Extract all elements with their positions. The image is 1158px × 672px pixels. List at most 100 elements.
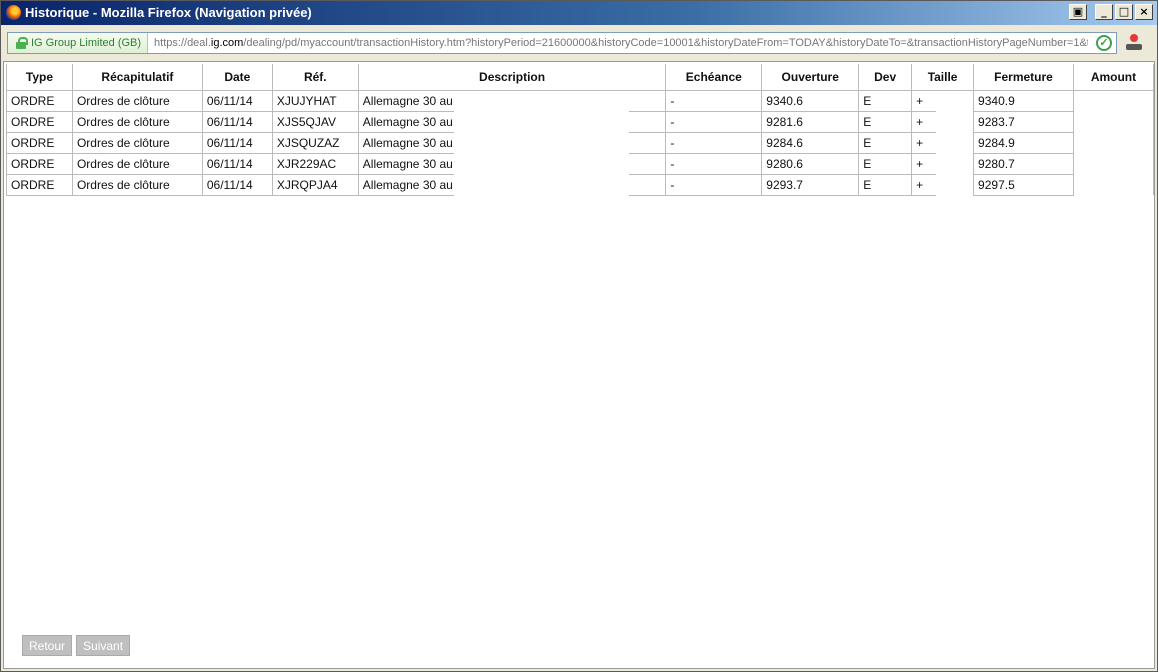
cell-fermeture: 9284.9 — [973, 131, 1074, 154]
cell-ref: XJSQUZAZ — [271, 131, 359, 154]
header-type[interactable]: Type — [6, 64, 73, 91]
site-identity[interactable]: IG Group Limited (GB) — [8, 33, 149, 53]
cell-dev: E — [858, 152, 913, 175]
cell-type: ORDRE — [6, 173, 73, 196]
cell-amount-end — [1145, 174, 1155, 195]
transaction-table: Type Récapitulatif Date Réf. Description… — [6, 64, 1155, 196]
lock-icon — [16, 37, 28, 49]
cell-ouverture: 9293.7 — [761, 173, 860, 196]
window-controls: ▣ _ □ × — [1069, 4, 1153, 20]
cell-fermeture: 9340.9 — [973, 89, 1074, 112]
site-identity-label: IG Group Limited (GB) — [31, 37, 142, 49]
table-row: ORDRE Ordres de clôture 06/11/14 XJRQPJA4 Al… — [6, 173, 1155, 196]
pagination: Retour Suivant — [22, 635, 131, 656]
cell-date: 06/11/14 — [201, 89, 273, 112]
firefox-logo-icon — [6, 5, 21, 20]
cell-description: Allemagne 30 au — [357, 131, 455, 154]
header-ouverture[interactable]: Ouverture — [761, 64, 860, 91]
header-echeance[interactable]: Echéance — [665, 64, 763, 91]
cell-taille: + — [911, 152, 936, 175]
cell-recapitulatif: Ordres de clôture — [71, 131, 203, 154]
cell-taille-blank — [936, 153, 974, 174]
header-date[interactable]: Date — [201, 64, 273, 91]
cell-recapitulatif: Ordres de clôture — [71, 89, 203, 112]
header-amount[interactable]: Amount — [1072, 64, 1155, 91]
cell-description-end — [628, 110, 667, 133]
cell-taille-blank — [936, 111, 974, 132]
url-path: /dealing/pd/myaccount/transactionHistory… — [243, 37, 1089, 49]
maximize-button[interactable]: □ — [1115, 4, 1133, 20]
page-content: Type Récapitulatif Date Réf. Description… — [3, 61, 1155, 669]
verified-check-icon[interactable]: ✓ — [1096, 35, 1112, 51]
window-title: Historique - Mozilla Firefox (Navigation… — [25, 5, 312, 20]
cell-dev: E — [858, 110, 913, 133]
cell-description: Allemagne 30 au — [357, 89, 455, 112]
restore-popup-icon[interactable]: ▣ — [1069, 4, 1087, 20]
cell-taille-blank — [936, 90, 974, 111]
close-button[interactable]: × — [1135, 4, 1153, 20]
header-dev[interactable]: Dev — [858, 64, 913, 91]
cell-type: ORDRE — [6, 152, 73, 175]
previous-button[interactable]: Retour — [22, 635, 73, 656]
cell-description-end — [628, 89, 667, 112]
minimize-button[interactable]: _ — [1095, 4, 1113, 20]
table-row: ORDRE Ordres de clôture 06/11/14 XJS5QJAV Al… — [6, 110, 1155, 133]
cell-date: 06/11/14 — [201, 110, 273, 133]
cell-amount-end — [1145, 111, 1155, 132]
header-fermeture[interactable]: Fermeture — [973, 64, 1074, 91]
url-prefix: https://deal. — [154, 37, 211, 49]
cell-fermeture: 9283.7 — [973, 110, 1074, 133]
cell-description-blank — [454, 90, 629, 111]
cell-taille-blank — [936, 132, 974, 153]
cell-description-end — [628, 152, 667, 175]
cell-ref: XJRQPJA4 — [271, 173, 359, 196]
cell-amount-end — [1145, 90, 1155, 111]
cell-ouverture: 9281.6 — [761, 110, 860, 133]
cell-description: Allemagne 30 au — [357, 173, 455, 196]
table-row: ORDRE Ordres de clôture 06/11/14 XJR229AC Al… — [6, 152, 1155, 175]
cell-description-end — [628, 131, 667, 154]
cell-amount — [1073, 111, 1145, 132]
cell-date: 06/11/14 — [201, 152, 273, 175]
header-ref[interactable]: Réf. — [271, 64, 359, 91]
cell-description-blank — [454, 174, 629, 195]
url-bar[interactable]: IG Group Limited (GB) https://deal.ig.co… — [7, 32, 1117, 54]
url-domain: ig.com — [210, 37, 244, 49]
header-taille[interactable]: Taille — [911, 64, 975, 91]
cell-description: Allemagne 30 au — [357, 152, 455, 175]
cell-ref: XJS5QJAV — [271, 110, 359, 133]
next-button[interactable]: Suivant — [76, 635, 131, 656]
cell-recapitulatif: Ordres de clôture — [71, 152, 203, 175]
cell-taille: + — [911, 110, 936, 133]
header-description[interactable]: Description — [357, 64, 667, 91]
cell-date: 06/11/14 — [201, 131, 273, 154]
cell-echeance: - — [665, 110, 763, 133]
cell-description: Allemagne 30 au — [357, 110, 455, 133]
cell-description-blank — [454, 132, 629, 153]
cell-echeance: - — [665, 152, 763, 175]
cell-dev: E — [858, 173, 913, 196]
url-text[interactable]: https://deal.ig.com/dealing/pd/myaccount… — [148, 37, 1088, 49]
cell-type: ORDRE — [6, 110, 73, 133]
table-header-row: Type Récapitulatif Date Réf. Description… — [6, 64, 1155, 91]
cell-taille: + — [911, 173, 936, 196]
cell-ref: XJR229AC — [271, 152, 359, 175]
cell-echeance: - — [665, 173, 763, 196]
cell-description-blank — [454, 111, 629, 132]
cell-amount-end — [1145, 132, 1155, 153]
table-row: ORDRE Ordres de clôture 06/11/14 XJSQUZAZ Al… — [6, 131, 1155, 154]
cell-amount — [1073, 153, 1145, 174]
title-bar: Historique - Mozilla Firefox (Navigation… — [1, 1, 1157, 25]
addon-icon[interactable] — [1125, 34, 1143, 52]
cell-amount — [1073, 90, 1145, 111]
cell-echeance: - — [665, 89, 763, 112]
table-row: ORDRE Ordres de clôture 06/11/14 XJUJYHAT Al… — [6, 89, 1155, 112]
cell-dev: E — [858, 131, 913, 154]
header-recapitulatif[interactable]: Récapitulatif — [71, 64, 203, 91]
cell-amount — [1073, 174, 1145, 195]
cell-taille: + — [911, 131, 936, 154]
cell-ref: XJUJYHAT — [271, 89, 359, 112]
cell-recapitulatif: Ordres de clôture — [71, 110, 203, 133]
cell-amount-end — [1145, 153, 1155, 174]
cell-dev: E — [858, 89, 913, 112]
